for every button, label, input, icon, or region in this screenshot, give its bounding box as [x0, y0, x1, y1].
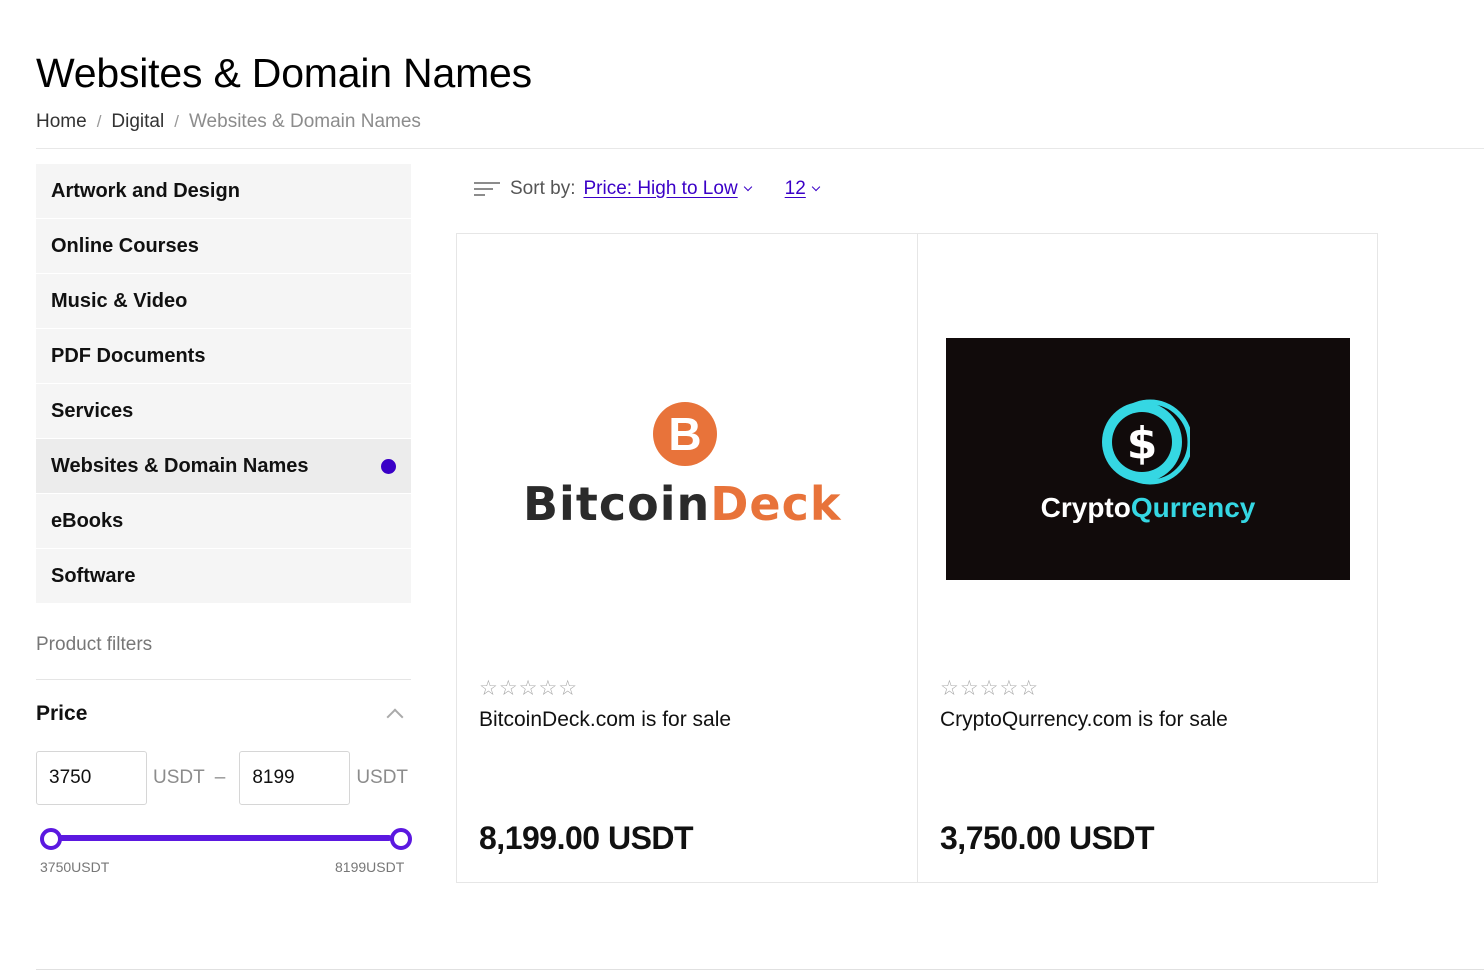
- category-label: Software: [51, 564, 136, 587]
- price-max-unit: USDT: [356, 767, 409, 788]
- product-card[interactable]: $ CryptoQurrency ☆☆☆☆☆ CryptoQurrency.co…: [917, 234, 1377, 882]
- breadcrumb: Home / Digital / Websites & Domain Names: [36, 111, 421, 133]
- breadcrumb-current: Websites & Domain Names: [188, 111, 421, 132]
- logo-wordmark: CryptoQurrency: [946, 492, 1350, 524]
- product-image[interactable]: B BitcoinDeck: [457, 234, 917, 654]
- logo-word-2: Deck: [710, 477, 842, 531]
- sort-bar: Sort by: Price: High to Low 12: [474, 178, 821, 200]
- cryptoqurrency-logo: $ CryptoQurrency: [946, 338, 1350, 580]
- price-filter-title: Price: [36, 702, 88, 725]
- price-slider-min-label: 3750USDT: [40, 859, 110, 875]
- sort-value: Price: High to Low: [583, 178, 738, 199]
- category-item-software[interactable]: Software: [36, 549, 411, 603]
- breadcrumb-digital[interactable]: Digital: [111, 111, 164, 133]
- price-slider-track[interactable]: [50, 835, 392, 841]
- chevron-down-icon[interactable]: [743, 182, 752, 192]
- logo-word-1: Bitcoin: [523, 477, 711, 531]
- bitcoin-symbol: B: [668, 408, 702, 460]
- dollar-coin-icon: $: [1102, 399, 1190, 485]
- product-price: 3,750.00 USDT: [940, 820, 1155, 856]
- logo-wordmark: BitcoinDeck: [523, 477, 841, 531]
- per-page-dropdown[interactable]: 12: [785, 178, 806, 200]
- sort-dropdown[interactable]: Price: High to Low: [583, 178, 737, 200]
- product-card[interactable]: B BitcoinDeck ☆☆☆☆☆ BitcoinDeck.com is f…: [457, 234, 917, 882]
- active-dot-icon: [381, 458, 396, 474]
- price-min-unit: USDT: [153, 767, 205, 788]
- breadcrumb-separator: /: [174, 112, 179, 131]
- per-page-value: 12: [784, 178, 806, 199]
- category-label: Artwork and Design: [51, 179, 240, 202]
- rating-stars: ☆☆☆☆☆: [940, 677, 1040, 700]
- price-min-input[interactable]: [36, 751, 147, 805]
- price-slider-max-label: 8199USDT: [335, 859, 405, 875]
- filters-divider: [36, 679, 411, 680]
- product-price: 8,199.00 USDT: [479, 820, 694, 856]
- product-filters-label: Product filters: [36, 634, 153, 655]
- category-label: Services: [51, 399, 134, 422]
- product-title[interactable]: BitcoinDeck.com is for sale: [479, 708, 731, 732]
- rating-stars: ☆☆☆☆☆: [479, 677, 579, 700]
- product-title[interactable]: CryptoQurrency.com is for sale: [940, 708, 1228, 732]
- sort-label: Sort by:: [510, 178, 576, 199]
- category-label: eBooks: [51, 509, 124, 532]
- category-item-websites-domains[interactable]: Websites & Domain Names: [36, 439, 411, 493]
- price-slider-min-handle[interactable]: [40, 828, 62, 850]
- product-image[interactable]: $ CryptoQurrency: [918, 234, 1377, 654]
- chevron-down-icon[interactable]: [811, 182, 821, 192]
- footer-divider: [36, 969, 1484, 970]
- category-label: PDF Documents: [51, 344, 206, 367]
- breadcrumb-home[interactable]: Home: [36, 111, 87, 133]
- product-grid: B BitcoinDeck ☆☆☆☆☆ BitcoinDeck.com is f…: [456, 233, 1378, 883]
- price-range-inputs: USDT – USDT: [36, 751, 416, 805]
- category-item-services[interactable]: Services: [36, 384, 411, 438]
- logo-word-2: Qurrency: [1130, 492, 1256, 523]
- category-label: Music & Video: [51, 289, 188, 312]
- bitcoindeck-logo: B BitcoinDeck: [523, 399, 853, 531]
- category-label: Online Courses: [51, 234, 199, 257]
- dollar-symbol: $: [1127, 418, 1158, 469]
- category-item-online-courses[interactable]: Online Courses: [36, 219, 411, 273]
- page-title: Websites & Domain Names: [36, 50, 532, 96]
- chevron-up-icon[interactable]: [386, 708, 404, 726]
- category-item-pdf-documents[interactable]: PDF Documents: [36, 329, 411, 383]
- price-max-input[interactable]: [239, 751, 351, 805]
- category-item-artwork[interactable]: Artwork and Design: [36, 164, 411, 218]
- filter-lines-icon[interactable]: [474, 179, 500, 199]
- price-range-dash: –: [214, 767, 226, 788]
- category-label: Websites & Domain Names: [51, 454, 309, 477]
- price-filter-header[interactable]: Price: [36, 702, 411, 726]
- header-divider: [36, 148, 1484, 149]
- price-slider-max-handle[interactable]: [390, 828, 412, 850]
- category-list: Artwork and Design Online Courses Music …: [36, 164, 411, 604]
- breadcrumb-separator: /: [96, 112, 102, 131]
- category-item-music-video[interactable]: Music & Video: [36, 274, 411, 328]
- category-item-ebooks[interactable]: eBooks: [36, 494, 411, 548]
- price-slider[interactable]: [40, 828, 412, 850]
- logo-word-1: Crypto: [1040, 492, 1131, 523]
